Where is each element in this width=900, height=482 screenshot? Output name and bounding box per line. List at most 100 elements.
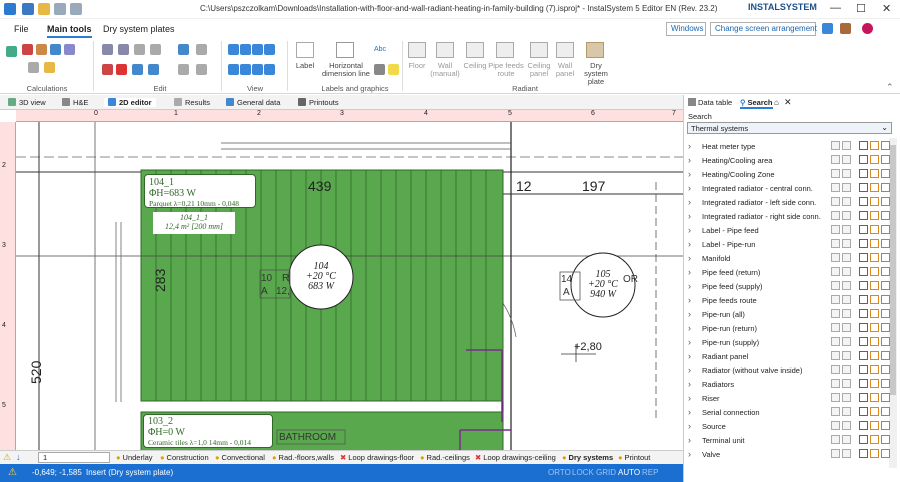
settings-icon[interactable] bbox=[881, 337, 890, 346]
list-item[interactable]: › Heat meter type bbox=[688, 140, 890, 154]
settings-icon[interactable] bbox=[881, 197, 890, 206]
floor-icon[interactable] bbox=[408, 42, 426, 58]
settings-icon[interactable] bbox=[881, 281, 890, 290]
copy-icon[interactable] bbox=[842, 393, 851, 402]
tab-general-data[interactable]: General data bbox=[226, 98, 280, 107]
list-item[interactable]: › Heating/Cooling Zone bbox=[688, 168, 890, 182]
tab-rad-floors-walls[interactable]: ● Rad.-floors,walls bbox=[272, 453, 334, 462]
copy-icon[interactable] bbox=[842, 281, 851, 290]
toggle-rep[interactable]: REP bbox=[642, 468, 658, 477]
view-icon[interactable] bbox=[831, 197, 840, 206]
remove-icon[interactable] bbox=[859, 393, 868, 402]
chevron-right-icon[interactable]: › bbox=[688, 169, 691, 179]
view-icon[interactable] bbox=[831, 155, 840, 164]
list-item[interactable]: › Integrated radiator - central conn. bbox=[688, 182, 890, 196]
settings-icon[interactable] bbox=[881, 449, 890, 458]
edit-9-icon[interactable] bbox=[178, 44, 189, 55]
calculate-icon[interactable] bbox=[6, 46, 17, 57]
chevron-right-icon[interactable]: › bbox=[688, 407, 691, 417]
copy-icon[interactable] bbox=[842, 197, 851, 206]
copy-icon[interactable] bbox=[842, 225, 851, 234]
toggle-lock[interactable]: LOCK bbox=[572, 468, 594, 477]
minimize-button[interactable]: — bbox=[830, 2, 841, 14]
page-combo[interactable]: 1 bbox=[38, 452, 110, 463]
chevron-right-icon[interactable]: › bbox=[688, 281, 691, 291]
edit-icon[interactable] bbox=[870, 407, 879, 416]
settings-icon[interactable] bbox=[881, 253, 890, 262]
edit-icon[interactable] bbox=[870, 183, 879, 192]
remove-icon[interactable] bbox=[859, 197, 868, 206]
tab-2d-editor[interactable]: 2D editor bbox=[104, 98, 156, 107]
remove-icon[interactable] bbox=[859, 351, 868, 360]
remove-icon[interactable] bbox=[859, 295, 868, 304]
settings-icon[interactable] bbox=[881, 155, 890, 164]
remove-icon[interactable] bbox=[859, 155, 868, 164]
list-item[interactable]: › Pipe-run (all) bbox=[688, 308, 890, 322]
copy-icon[interactable] bbox=[842, 295, 851, 304]
view-icon[interactable] bbox=[831, 351, 840, 360]
settings-icon[interactable] bbox=[881, 365, 890, 374]
chevron-right-icon[interactable]: › bbox=[688, 379, 691, 389]
settings-icon[interactable] bbox=[881, 211, 890, 220]
wall-manual-icon[interactable] bbox=[436, 42, 454, 58]
settings-icon[interactable] bbox=[881, 323, 890, 332]
settings-icon[interactable] bbox=[881, 225, 890, 234]
view-icon[interactable] bbox=[831, 225, 840, 234]
tab-results[interactable]: Results bbox=[174, 98, 210, 107]
paste-icon[interactable] bbox=[118, 44, 129, 55]
view-icon[interactable] bbox=[831, 295, 840, 304]
zoom-all-icon[interactable] bbox=[264, 44, 275, 55]
edit-11-icon[interactable] bbox=[178, 64, 189, 75]
calc-2-icon[interactable] bbox=[22, 44, 33, 55]
view-icon[interactable] bbox=[831, 281, 840, 290]
edit-icon[interactable] bbox=[870, 365, 879, 374]
remove-icon[interactable] bbox=[859, 141, 868, 150]
list-item[interactable]: › Pipe-run (supply) bbox=[688, 336, 890, 350]
chevron-right-icon[interactable]: › bbox=[688, 225, 691, 235]
remove-icon[interactable] bbox=[859, 183, 868, 192]
tab-data-table[interactable]: Data table bbox=[688, 98, 732, 107]
remove-icon[interactable] bbox=[859, 421, 868, 430]
list-item[interactable]: › Pipe-run (return) bbox=[688, 322, 890, 336]
edit-icon[interactable] bbox=[870, 421, 879, 430]
edit-icon[interactable] bbox=[870, 281, 879, 290]
loop-104-info[interactable]: 104_1_1 12,4 m² [200 mm] bbox=[153, 212, 235, 234]
graphic-icon[interactable] bbox=[374, 64, 385, 75]
edit-10-icon[interactable] bbox=[196, 44, 207, 55]
view-icon[interactable] bbox=[831, 169, 840, 178]
settings-icon[interactable] bbox=[881, 169, 890, 178]
remove-icon[interactable] bbox=[859, 211, 868, 220]
ribbon-collapse-icon[interactable]: ⌃ bbox=[886, 82, 894, 93]
calc-5-icon[interactable] bbox=[64, 44, 75, 55]
tab-loop-drawings-ceiling[interactable]: ✖ Loop drawings-ceiling bbox=[475, 453, 556, 462]
copy-icon[interactable] bbox=[842, 169, 851, 178]
tab-search[interactable]: ⚲ Search bbox=[740, 98, 773, 109]
wall-manual-button[interactable]: Wall (manual) bbox=[430, 62, 460, 78]
drum-icon[interactable] bbox=[840, 23, 851, 34]
edit-icon[interactable] bbox=[870, 225, 879, 234]
menu-dry-system-plates[interactable]: Dry system plates bbox=[103, 24, 175, 34]
chevron-right-icon[interactable]: › bbox=[688, 267, 691, 277]
settings-icon[interactable] bbox=[881, 239, 890, 248]
copy-icon[interactable] bbox=[842, 239, 851, 248]
label-button[interactable]: Label bbox=[292, 62, 318, 70]
tab-underlay[interactable]: ● Underlay bbox=[116, 453, 153, 462]
settings-icon[interactable] bbox=[881, 183, 890, 192]
view-icon[interactable] bbox=[831, 337, 840, 346]
delete-icon[interactable] bbox=[116, 64, 127, 75]
pipe-feeds-route-button[interactable]: Pipe feeds route bbox=[488, 62, 524, 78]
toggle-orto[interactable]: ORTO bbox=[548, 468, 571, 477]
menu-main-tools[interactable]: Main tools bbox=[47, 24, 92, 38]
ceiling-icon[interactable] bbox=[466, 42, 484, 58]
remove-icon[interactable] bbox=[859, 449, 868, 458]
settings-icon[interactable] bbox=[881, 435, 890, 444]
view-icon[interactable] bbox=[831, 141, 840, 150]
edit-3-icon[interactable] bbox=[134, 44, 145, 55]
calc-3-icon[interactable] bbox=[36, 44, 47, 55]
settings-icon[interactable] bbox=[881, 351, 890, 360]
edit-icon[interactable] bbox=[870, 337, 879, 346]
list-item[interactable]: › Radiators bbox=[688, 378, 890, 392]
zoom-window-icon[interactable] bbox=[252, 44, 263, 55]
label-icon[interactable] bbox=[296, 42, 314, 58]
list-item[interactable]: › Pipe feeds route bbox=[688, 294, 890, 308]
